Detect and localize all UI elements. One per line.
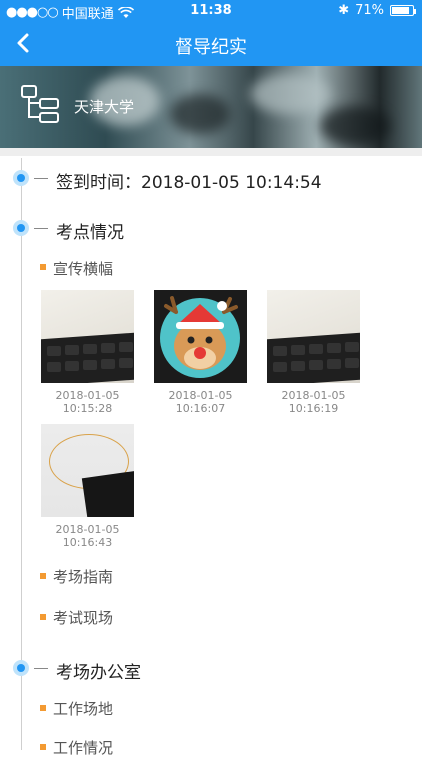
photo-timestamp: 2018-01-05 10:16:07 [154, 389, 247, 415]
photo-date: 2018-01-05 [281, 389, 346, 402]
photo-time: 10:15:28 [62, 402, 113, 415]
school-banner: 天津大学 [0, 66, 422, 148]
timeline-node-icon [13, 660, 29, 676]
checkin-time: 签到时间：2018-01-05 10:14:54 [56, 173, 322, 193]
photo-thumbnail[interactable] [41, 290, 134, 383]
photo-time: 10:16:19 [288, 402, 339, 415]
photo-timestamp: 2018-01-05 10:16:43 [41, 523, 134, 549]
photo-date: 2018-01-05 [55, 389, 120, 402]
bullet-icon [40, 705, 46, 711]
subsection-guide[interactable]: 考场指南 [53, 566, 113, 587]
photo-timestamp: 2018-01-05 10:15:28 [41, 389, 134, 415]
photo-date: 2018-01-05 [55, 523, 120, 536]
connector-dash [34, 178, 48, 179]
photo-timestamp: 2018-01-05 10:16:19 [267, 389, 360, 415]
connector-dash [34, 668, 48, 669]
photo-thumbnail[interactable] [267, 290, 360, 383]
bullet-icon [40, 614, 46, 620]
page-title: 督导纪实 [175, 37, 247, 58]
bluetooth-icon: ✱ [338, 3, 350, 18]
photo-thumbnail[interactable] [154, 290, 247, 383]
subsection-work-status[interactable]: 工作情况 [53, 737, 113, 758]
timeline-node-icon [13, 170, 29, 186]
bullet-icon [40, 744, 46, 750]
photo-date: 2018-01-05 [168, 389, 233, 402]
photo-time: 10:16:07 [175, 402, 226, 415]
status-bar: ●●●○○ 中国联通 11:38 ✱ 71% [0, 0, 422, 22]
subsection-workplace[interactable]: 工作场地 [53, 698, 113, 719]
bullet-icon [40, 573, 46, 579]
bullet-icon [40, 264, 46, 270]
photo-time: 10:16:43 [62, 536, 113, 549]
divider [0, 148, 422, 156]
school-name: 天津大学 [74, 98, 135, 116]
nav-bar: 督导纪实 [0, 22, 422, 66]
battery-percent: 71% [355, 3, 384, 18]
section-title-office: 考场办公室 [56, 663, 141, 683]
subsection-banner: 宣传横幅 [53, 260, 114, 278]
org-structure-icon [21, 85, 59, 123]
battery-icon [390, 5, 416, 16]
section-title-exam-site: 考点情况 [56, 223, 124, 243]
deer-avatar-icon [160, 296, 240, 378]
timeline-node-icon [13, 220, 29, 236]
connector-dash [34, 228, 48, 229]
photo-thumbnail[interactable] [41, 424, 134, 517]
subsection-scene[interactable]: 考试现场 [53, 607, 113, 628]
